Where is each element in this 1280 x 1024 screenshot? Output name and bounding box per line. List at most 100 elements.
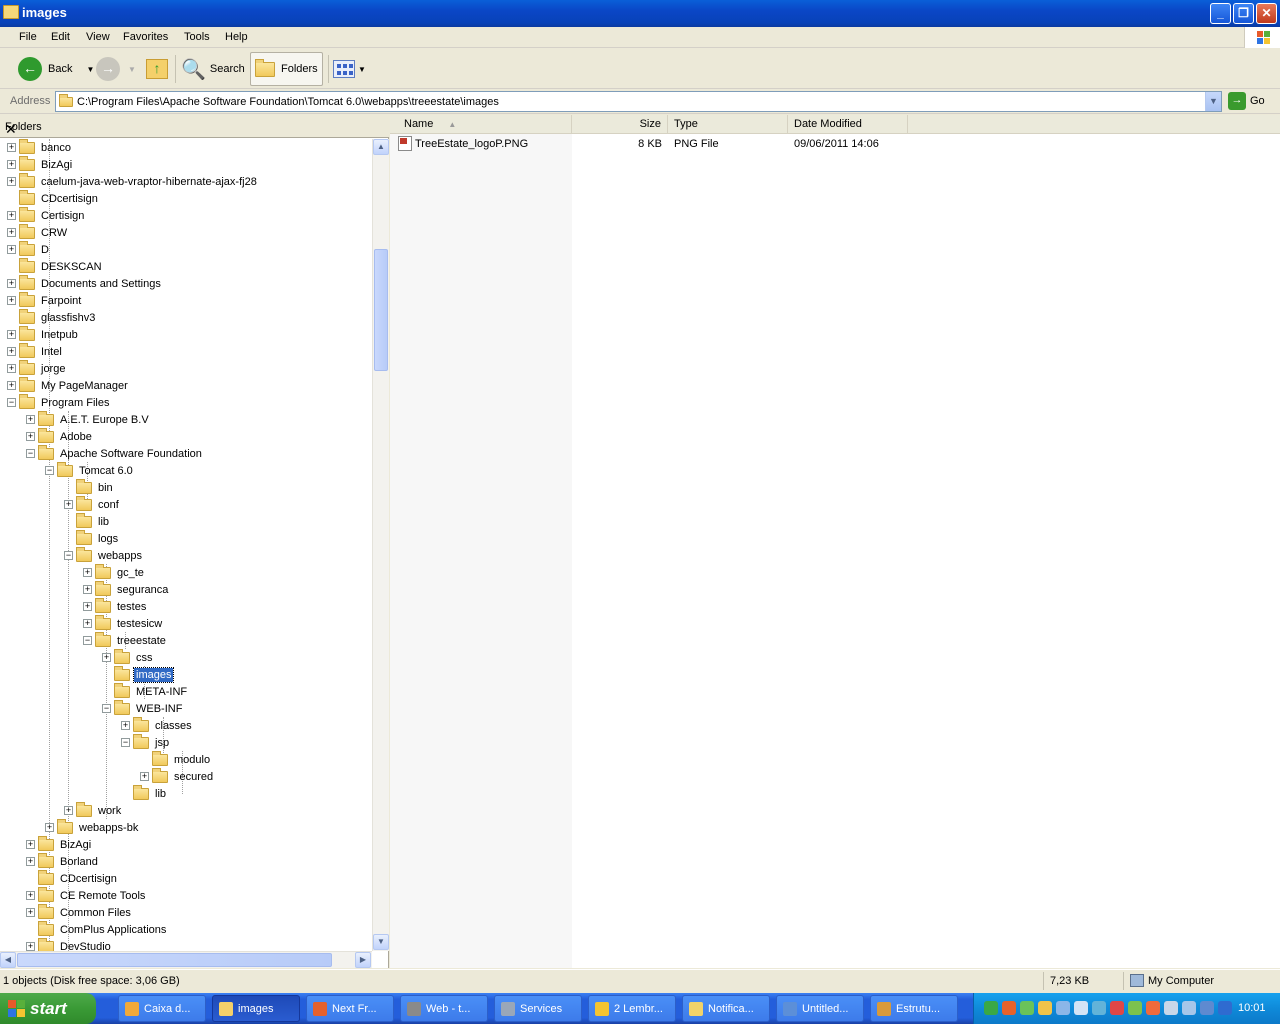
menu-view[interactable]: View	[86, 31, 110, 43]
tree-item[interactable]: jsp	[133, 733, 171, 751]
tree-item[interactable]: Apache Software Foundation	[38, 444, 204, 462]
menu-help[interactable]: Help	[225, 31, 248, 43]
tree-item-label[interactable]: BizAgi	[58, 838, 93, 852]
expand-icon[interactable]: +	[83, 568, 92, 577]
expand-icon[interactable]: +	[26, 840, 35, 849]
tree-item-label[interactable]: testes	[115, 600, 148, 614]
collapse-icon[interactable]: −	[64, 551, 73, 560]
column-header-size[interactable]: Size	[572, 115, 668, 134]
tree-item[interactable]: BizAgi	[38, 835, 93, 853]
tree-item-label[interactable]: work	[96, 804, 123, 818]
taskbar-button[interactable]: Caixa d...	[118, 995, 206, 1022]
forward-button[interactable]: → ▼	[96, 52, 136, 86]
tree-item[interactable]: webapps-bk	[57, 818, 140, 836]
taskbar-button[interactable]: Services	[494, 995, 582, 1022]
tree-item[interactable]: testes	[95, 597, 148, 615]
tree-item-label[interactable]: lib	[96, 515, 111, 529]
tree-item[interactable]: jorge	[19, 359, 67, 377]
scroll-left-button[interactable]: ◀	[0, 952, 16, 968]
expand-icon[interactable]: +	[7, 330, 16, 339]
tray-icon[interactable]	[1038, 1001, 1052, 1015]
tree-item-label[interactable]: Certisign	[39, 209, 86, 223]
tree-item-label[interactable]: jorge	[39, 362, 67, 376]
tree-item[interactable]: Inetpub	[19, 325, 80, 343]
folders-button[interactable]: Folders	[250, 52, 323, 86]
expand-icon[interactable]: +	[26, 908, 35, 917]
tree-item[interactable]: Program Files	[19, 393, 111, 411]
close-button[interactable]: ✕	[1256, 3, 1277, 24]
tree-item-label[interactable]: css	[134, 651, 155, 665]
collapse-icon[interactable]: −	[7, 398, 16, 407]
search-button[interactable]: 🔍 Search	[181, 52, 245, 86]
tree-item-label[interactable]: CDcertisign	[58, 872, 119, 886]
scroll-right-button[interactable]: ▶	[355, 952, 371, 968]
tray-icon[interactable]	[1128, 1001, 1142, 1015]
scroll-down-button[interactable]: ▼	[373, 934, 389, 950]
restore-button[interactable]: ❐	[1233, 3, 1254, 24]
menu-edit[interactable]: Edit	[51, 31, 70, 43]
tree-item[interactable]: Common Files	[38, 903, 133, 921]
tree-item-label[interactable]: bin	[96, 481, 115, 495]
tree-item[interactable]: Tomcat 6.0	[57, 461, 135, 479]
tray-icon[interactable]	[984, 1001, 998, 1015]
column-header-date-modified[interactable]: Date Modified	[788, 115, 908, 134]
tree-item[interactable]: D	[19, 240, 51, 258]
tree-item[interactable]: Certisign	[19, 206, 86, 224]
scroll-thumb[interactable]	[374, 249, 388, 371]
tree-item[interactable]: caelum-java-web-vraptor-hibernate-ajax-f…	[19, 172, 259, 190]
tree-item-label[interactable]: logs	[96, 532, 120, 546]
expand-icon[interactable]: +	[102, 653, 111, 662]
tree-horizontal-scrollbar[interactable]: ◀ ▶	[0, 951, 372, 968]
tree-item-label[interactable]: DevStudio	[58, 940, 113, 952]
tree-item[interactable]: gc_te	[95, 563, 146, 581]
tree-item[interactable]: Adobe	[38, 427, 94, 445]
minimize-button[interactable]: _	[1210, 3, 1231, 24]
tree-item-label[interactable]: webapps	[96, 549, 144, 563]
tray-icon[interactable]	[1200, 1001, 1214, 1015]
tree-item[interactable]: modulo	[152, 750, 212, 768]
scroll-thumb-horizontal[interactable]	[17, 953, 332, 967]
tray-icon[interactable]	[1056, 1001, 1070, 1015]
tree-item-label[interactable]: Adobe	[58, 430, 94, 444]
address-path[interactable]: C:\Program Files\Apache Software Foundat…	[77, 96, 499, 108]
expand-icon[interactable]: +	[7, 296, 16, 305]
tree-item[interactable]: lib	[133, 784, 168, 802]
expand-icon[interactable]: +	[7, 279, 16, 288]
tree-item-label[interactable]: testesicw	[115, 617, 164, 631]
tree-item-label[interactable]: caelum-java-web-vraptor-hibernate-ajax-f…	[39, 175, 259, 189]
tree-item[interactable]: Borland	[38, 852, 100, 870]
tray-icon[interactable]	[1218, 1001, 1232, 1015]
expand-icon[interactable]: +	[140, 772, 149, 781]
tree-item[interactable]: images	[114, 665, 175, 683]
tree-item[interactable]: BizAgi	[19, 155, 74, 173]
tree-item[interactable]: classes	[133, 716, 194, 734]
tree-item[interactable]: bin	[76, 478, 115, 496]
tree-item-label[interactable]: treeestate	[115, 634, 168, 648]
tree-item-label[interactable]: webapps-bk	[77, 821, 140, 835]
clock[interactable]: 10:01	[1238, 1002, 1266, 1014]
tree-item[interactable]: DESKSCAN	[19, 257, 104, 275]
dropdown-arrow-icon[interactable]: ▼	[86, 65, 94, 74]
column-header-name[interactable]: Name ▲	[398, 115, 572, 134]
address-dropdown-button[interactable]: ▼	[1205, 92, 1221, 111]
tree-item[interactable]: DevStudio	[38, 937, 113, 952]
expand-icon[interactable]: +	[7, 381, 16, 390]
tree-item-label[interactable]: CDcertisign	[39, 192, 100, 206]
menu-favorites[interactable]: Favorites	[123, 31, 168, 43]
expand-icon[interactable]: +	[83, 602, 92, 611]
tree-item[interactable]: webapps	[76, 546, 144, 564]
search-icon[interactable]	[1074, 1001, 1088, 1015]
expand-icon[interactable]: +	[7, 364, 16, 373]
tree-item-label[interactable]: Inetpub	[39, 328, 80, 342]
dropdown-arrow-icon[interactable]: ▼	[358, 65, 366, 74]
tree-item-label[interactable]: secured	[172, 770, 215, 784]
tree-item-label[interactable]: DESKSCAN	[39, 260, 104, 274]
tree-item[interactable]: CE Remote Tools	[38, 886, 147, 904]
taskbar-button[interactable]: Next Fr...	[306, 995, 394, 1022]
back-button[interactable]: ← Back ▼	[18, 52, 94, 86]
tree-item-label[interactable]: classes	[153, 719, 194, 733]
tree-item[interactable]: secured	[152, 767, 215, 785]
file-name[interactable]: TreeEstate_logoP.PNG	[415, 138, 528, 150]
tree-item[interactable]: Documents and Settings	[19, 274, 163, 292]
tree-item-label[interactable]: Farpoint	[39, 294, 83, 308]
